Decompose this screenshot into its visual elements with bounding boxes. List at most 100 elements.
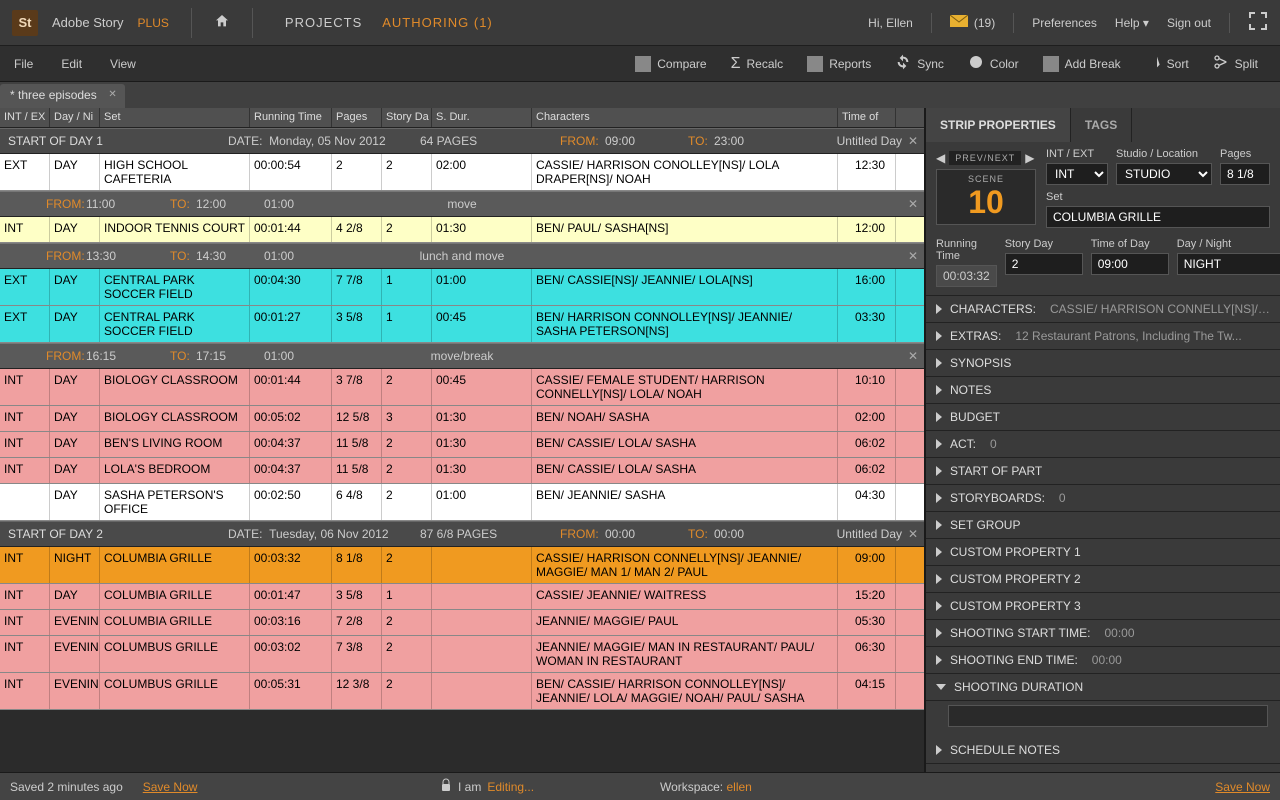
menu-file[interactable]: File — [14, 57, 33, 71]
brand-bar: St Adobe Story PLUS PROJECTS AUTHORING (… — [0, 0, 1280, 46]
acc-budget[interactable]: BUDGET — [926, 404, 1280, 431]
fullscreen-icon[interactable] — [1248, 11, 1268, 34]
close-icon[interactable]: ✕ — [908, 249, 918, 263]
acc-act[interactable]: ACT:0 — [926, 431, 1280, 458]
strip-row[interactable]: INTDAYINDOOR TENNIS COURT 00:01:444 2/82… — [0, 217, 924, 243]
menu-view[interactable]: View — [110, 57, 136, 71]
menu-bar: File Edit View Compare ΣRecalc Reports S… — [0, 46, 1280, 82]
col-storyday[interactable]: Story Da — [382, 108, 432, 127]
greeting: Hi, Ellen — [868, 16, 913, 30]
acc-characters[interactable]: CHARACTERS:CASSIE/ HARRISON CONNELLY[NS]… — [926, 296, 1280, 323]
strip-row[interactable]: INTDAYBIOLOGY CLASSROOM 00:05:0212 5/83 … — [0, 406, 924, 432]
studio-select[interactable]: STUDIO — [1116, 163, 1212, 185]
strip-row[interactable]: EXTDAYHIGH SCHOOL CAFETERIA 00:00:5422 0… — [0, 154, 924, 191]
col-set[interactable]: Set — [100, 108, 250, 127]
storyday-input[interactable] — [1005, 253, 1083, 275]
col-intext[interactable]: INT / EX — [0, 108, 50, 127]
tool-sort[interactable]: Sort — [1137, 50, 1197, 77]
tool-split[interactable]: Split — [1205, 50, 1266, 77]
sync-icon — [895, 54, 911, 73]
sigma-icon: Σ — [731, 55, 741, 73]
product-tier: PLUS — [138, 16, 169, 30]
side-tabs: STRIP PROPERTIES TAGS — [926, 108, 1280, 142]
tab-tags[interactable]: TAGS — [1071, 108, 1132, 142]
acc-storyboards[interactable]: STORYBOARDS:0 — [926, 485, 1280, 512]
strip-row[interactable]: INTDAYBIOLOGY CLASSROOM 00:01:443 7/82 0… — [0, 369, 924, 406]
break-banner[interactable]: FROM:13:30 TO:14:30 01:00lunch and move … — [0, 243, 924, 269]
acc-shoot-dur[interactable]: SHOOTING DURATION — [926, 674, 1280, 701]
tool-color[interactable]: Color — [960, 50, 1027, 77]
col-characters[interactable]: Characters — [532, 108, 838, 127]
intext-select[interactable]: INT — [1046, 163, 1108, 185]
sort-icon — [1145, 54, 1161, 73]
save-now-link-right[interactable]: Save Now — [1215, 780, 1270, 794]
acc-synopsis[interactable]: SYNOPSIS — [926, 350, 1280, 377]
day-banner[interactable]: START OF DAY 2 DATE: Tuesday, 06 Nov 201… — [0, 521, 924, 547]
acc-notes[interactable]: NOTES — [926, 377, 1280, 404]
save-now-link[interactable]: Save Now — [143, 780, 198, 794]
pages-input[interactable] — [1220, 163, 1270, 185]
document-tabs: * three episodes ✕ — [0, 82, 1280, 108]
lock-icon — [440, 778, 452, 795]
schedule-grid: INT / EX Day / Ni Set Running Time Pages… — [0, 108, 926, 772]
separator — [252, 8, 253, 38]
strip-row[interactable]: DAYSASHA PETERSON'S OFFICE 00:02:506 4/8… — [0, 484, 924, 521]
preferences-link[interactable]: Preferences — [1032, 16, 1097, 30]
day-banner[interactable]: START OF DAY 1 DATE: Monday, 05 Nov 2012… — [0, 128, 924, 154]
document-tab[interactable]: * three episodes ✕ — [0, 84, 125, 108]
break-banner[interactable]: FROM:11:00 TO:12:00 01:00move ✕ — [0, 191, 924, 217]
col-runtime[interactable]: Running Time — [250, 108, 332, 127]
tool-sync[interactable]: Sync — [887, 50, 952, 77]
close-icon[interactable]: ✕ — [908, 134, 918, 148]
next-scene-icon[interactable]: ▶ — [1025, 151, 1034, 165]
tool-reports[interactable]: Reports — [799, 50, 879, 77]
signout-link[interactable]: Sign out — [1167, 16, 1211, 30]
timeofday-input[interactable] — [1091, 253, 1169, 275]
acc-shoot-start[interactable]: SHOOTING START TIME:00:00 — [926, 620, 1280, 647]
strip-row[interactable]: EXTDAYCENTRAL PARK SOCCER FIELD 00:01:27… — [0, 306, 924, 343]
tool-compare[interactable]: Compare — [627, 50, 714, 77]
strip-row[interactable]: INTDAYLOLA'S BEDROOM 00:04:3711 5/82 01:… — [0, 458, 924, 484]
acc-setgroup[interactable]: SET GROUP — [926, 512, 1280, 539]
shooting-duration-input[interactable] — [948, 705, 1268, 727]
tool-recalc[interactable]: ΣRecalc — [723, 50, 792, 77]
nav-authoring[interactable]: AUTHORING (1) — [382, 15, 493, 30]
close-icon[interactable]: ✕ — [908, 349, 918, 363]
separator — [191, 8, 192, 38]
close-icon[interactable]: ✕ — [108, 89, 116, 100]
close-icon[interactable]: ✕ — [908, 197, 918, 211]
acc-extras[interactable]: EXTRAS:12 Restaurant Patrons, Including … — [926, 323, 1280, 350]
strip-row[interactable]: INTDAYCOLUMBIA GRILLE 00:01:473 5/81 CAS… — [0, 584, 924, 610]
help-link[interactable]: Help ▾ — [1115, 16, 1149, 30]
product-name: Adobe Story — [52, 15, 124, 30]
strip-row[interactable]: INTEVENINGCOLUMBUS GRILLE 00:03:027 3/82… — [0, 636, 924, 673]
prev-scene-icon[interactable]: ◀ — [936, 151, 945, 165]
acc-shoot-end[interactable]: SHOOTING END TIME:00:00 — [926, 647, 1280, 674]
nav-projects[interactable]: PROJECTS — [285, 15, 362, 30]
daynight-input[interactable] — [1177, 253, 1280, 275]
acc-cp3[interactable]: CUSTOM PROPERTY 3 — [926, 593, 1280, 620]
tab-strip-properties[interactable]: STRIP PROPERTIES — [926, 108, 1071, 142]
acc-schedule-notes[interactable]: SCHEDULE NOTES — [926, 737, 1280, 764]
col-sdur[interactable]: S. Dur. — [432, 108, 532, 127]
col-pages[interactable]: Pages — [332, 108, 382, 127]
set-input[interactable] — [1046, 206, 1270, 228]
tool-addbreak[interactable]: Add Break — [1035, 50, 1129, 77]
strip-row[interactable]: EXTDAYCENTRAL PARK SOCCER FIELD 00:04:30… — [0, 269, 924, 306]
strip-row[interactable]: INTNIGHTCOLUMBIA GRILLE 00:03:328 1/82 C… — [0, 547, 924, 584]
acc-cp2[interactable]: CUSTOM PROPERTY 2 — [926, 566, 1280, 593]
acc-cp1[interactable]: CUSTOM PROPERTY 1 — [926, 539, 1280, 566]
mail-button[interactable]: (19) — [950, 15, 995, 30]
menu-edit[interactable]: Edit — [61, 57, 82, 71]
col-daynight[interactable]: Day / Ni — [50, 108, 100, 127]
strip-row[interactable]: INTEVENINGCOLUMBIA GRILLE 00:03:167 2/82… — [0, 610, 924, 636]
home-icon[interactable] — [214, 13, 230, 32]
break-banner[interactable]: FROM:16:15 TO:17:15 01:00move/break ✕ — [0, 343, 924, 369]
strip-row[interactable]: INTDAYBEN'S LIVING ROOM 00:04:3711 5/82 … — [0, 432, 924, 458]
split-icon — [1213, 54, 1229, 73]
close-icon[interactable]: ✕ — [908, 527, 918, 541]
strip-row[interactable]: INTEVENINGCOLUMBUS GRILLE 00:05:3112 3/8… — [0, 673, 924, 710]
col-timeof[interactable]: Time of — [838, 108, 896, 127]
editing-status: Editing... — [487, 780, 534, 794]
acc-startpart[interactable]: START OF PART — [926, 458, 1280, 485]
